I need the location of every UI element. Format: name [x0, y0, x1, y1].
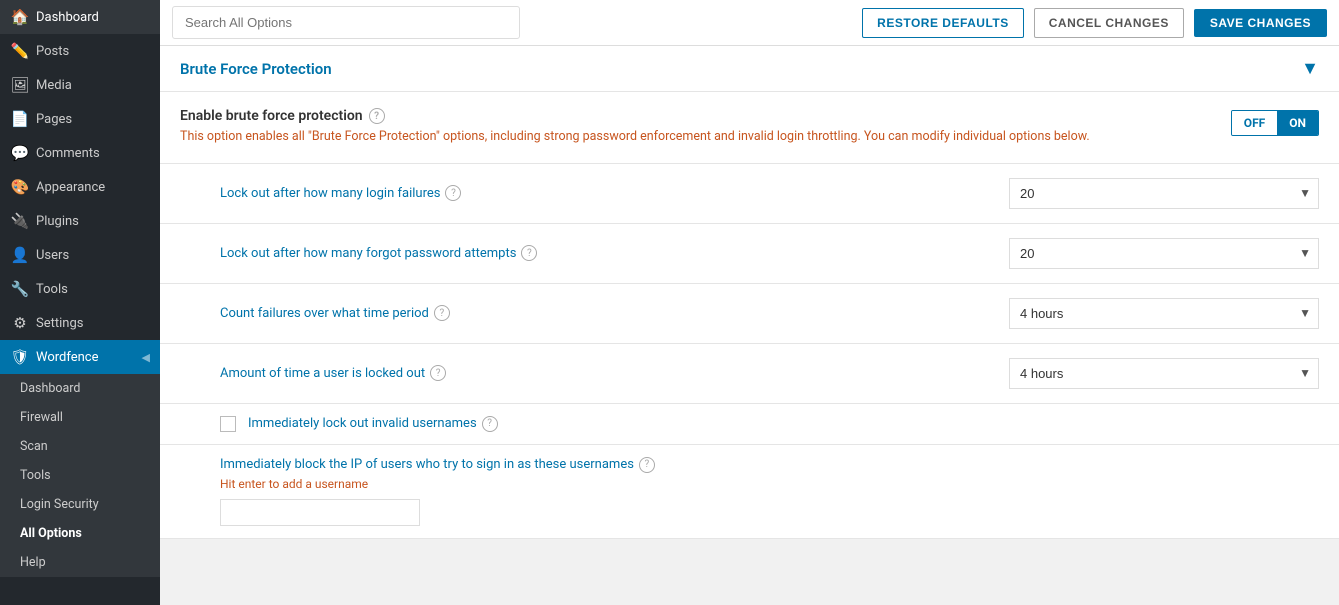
users-icon: 👤: [10, 246, 30, 264]
option-row-forgot-password: Lock out after how many forgot password …: [160, 224, 1339, 284]
sidebar-item-dashboard[interactable]: 🏠 Dashboard: [0, 0, 160, 34]
submenu-item-help[interactable]: Help: [0, 548, 160, 577]
select-lockout-time[interactable]: 4 hours: [1009, 358, 1319, 389]
toggle-on-button[interactable]: ON: [1277, 111, 1318, 135]
enable-row: Enable brute force protection ? This opt…: [160, 92, 1339, 164]
submenu-item-scan[interactable]: Scan: [0, 432, 160, 461]
checkbox-label-invalid-usernames: Immediately lock out invalid usernames ?: [248, 416, 498, 432]
option-row-lockout-time: Amount of time a user is locked out ? 4 …: [160, 344, 1339, 404]
select-wrapper-count-period: 4 hours ▼: [1009, 298, 1319, 329]
dashboard-icon: 🏠: [10, 8, 30, 26]
main-area: RESTORE DEFAULTS CANCEL CHANGES SAVE CHA…: [160, 0, 1339, 605]
help-icon-login-failures[interactable]: ?: [445, 185, 461, 201]
enable-description: This option enables all "Brute Force Pro…: [180, 128, 1211, 147]
wordfence-submenu: Dashboard Firewall Scan Tools Login Secu…: [0, 374, 160, 577]
sidebar-item-comments[interactable]: 💬 Comments: [0, 136, 160, 170]
save-changes-button[interactable]: SAVE CHANGES: [1194, 9, 1327, 37]
restore-defaults-button[interactable]: RESTORE DEFAULTS: [862, 8, 1024, 38]
section-title: Brute Force Protection: [180, 60, 332, 78]
sidebar-item-users[interactable]: 👤 Users: [0, 238, 160, 272]
posts-icon: ✏️: [10, 42, 30, 60]
select-count-period[interactable]: 4 hours: [1009, 298, 1319, 329]
sidebar-item-label: Settings: [36, 316, 83, 331]
wordfence-active-indicator: ◀: [142, 351, 150, 364]
help-icon-lockout-time[interactable]: ?: [430, 365, 446, 381]
username-label: Immediately block the IP of users who tr…: [220, 457, 1319, 473]
appearance-icon: 🎨: [10, 178, 30, 196]
enable-help-icon[interactable]: ?: [369, 108, 385, 124]
option-label-lockout-time: Amount of time a user is locked out ?: [220, 365, 446, 381]
sidebar-item-posts[interactable]: ✏️ Posts: [0, 34, 160, 68]
tools-icon: 🔧: [10, 280, 30, 298]
comments-icon: 💬: [10, 144, 30, 162]
enable-label: Enable brute force protection ?: [180, 108, 1211, 124]
submenu-item-login-security[interactable]: Login Security: [0, 490, 160, 519]
sidebar-item-label: Users: [36, 248, 69, 263]
settings-icon: ⚙: [10, 314, 30, 332]
option-label-count-period: Count failures over what time period ?: [220, 305, 450, 321]
topbar: RESTORE DEFAULTS CANCEL CHANGES SAVE CHA…: [160, 0, 1339, 46]
checkbox-row-invalid-usernames: Immediately lock out invalid usernames ?: [160, 404, 1339, 445]
sidebar-item-label: Plugins: [36, 214, 79, 229]
sidebar-item-label: Comments: [36, 146, 100, 161]
help-icon-block-usernames[interactable]: ?: [639, 457, 655, 473]
pages-icon: 📄: [10, 110, 30, 128]
sidebar-item-pages[interactable]: 📄 Pages: [0, 102, 160, 136]
select-login-failures[interactable]: 20: [1009, 178, 1319, 209]
select-wrapper-forgot-password: 20 ▼: [1009, 238, 1319, 269]
plugins-icon: 🔌: [10, 212, 30, 230]
select-wrapper-lockout-time: 4 hours ▼: [1009, 358, 1319, 389]
sidebar-item-tools[interactable]: 🔧 Tools: [0, 272, 160, 306]
option-row-count-period: Count failures over what time period ? 4…: [160, 284, 1339, 344]
option-label-login-failures: Lock out after how many login failures ?: [220, 185, 461, 201]
content-area: Brute Force Protection ▼ Enable brute fo…: [160, 46, 1339, 605]
submenu-item-firewall[interactable]: Firewall: [0, 403, 160, 432]
cancel-changes-button[interactable]: CANCEL CHANGES: [1034, 8, 1184, 38]
select-wrapper-login-failures: 20 ▼: [1009, 178, 1319, 209]
submenu-item-all-options[interactable]: All Options: [0, 519, 160, 548]
sidebar-item-label: Appearance: [36, 180, 105, 195]
sidebar-item-wordfence[interactable]: 🛡 Wordfence ◀: [0, 340, 160, 374]
section-header: Brute Force Protection ▼: [160, 46, 1339, 92]
checkbox-invalid-usernames[interactable]: [220, 416, 236, 432]
sidebar-item-label: Media: [36, 78, 72, 93]
enable-text: Enable brute force protection ? This opt…: [180, 108, 1211, 147]
sidebar: 🏠 Dashboard ✏️ Posts 🖼 Media 📄 Pages 💬 C…: [0, 0, 160, 605]
sidebar-item-label: Tools: [36, 282, 68, 297]
sidebar-item-label: Wordfence: [36, 350, 99, 365]
help-icon-invalid-usernames[interactable]: ?: [482, 416, 498, 432]
media-icon: 🖼: [10, 76, 30, 94]
sidebar-item-media[interactable]: 🖼 Media: [0, 68, 160, 102]
wordfence-icon: 🛡: [10, 348, 30, 366]
username-row: Immediately block the IP of users who tr…: [160, 445, 1339, 539]
sidebar-item-settings[interactable]: ⚙ Settings: [0, 306, 160, 340]
option-row-login-failures: Lock out after how many login failures ?…: [160, 164, 1339, 224]
username-input[interactable]: [220, 499, 420, 526]
help-icon-count-period[interactable]: ?: [434, 305, 450, 321]
sidebar-item-label: Posts: [36, 44, 69, 59]
username-hint: Hit enter to add a username: [220, 477, 1319, 491]
help-icon-forgot-password[interactable]: ?: [521, 245, 537, 261]
sidebar-item-label: Dashboard: [36, 10, 99, 25]
sidebar-item-appearance[interactable]: 🎨 Appearance: [0, 170, 160, 204]
submenu-item-tools[interactable]: Tools: [0, 461, 160, 490]
submenu-item-dashboard[interactable]: Dashboard: [0, 374, 160, 403]
select-forgot-password[interactable]: 20: [1009, 238, 1319, 269]
toggle-group: OFF ON: [1231, 110, 1319, 136]
toggle-off-button[interactable]: OFF: [1232, 111, 1277, 135]
search-input[interactable]: [172, 6, 520, 39]
option-label-forgot-password: Lock out after how many forgot password …: [220, 245, 537, 261]
chevron-down-icon[interactable]: ▼: [1301, 58, 1319, 79]
sidebar-item-plugins[interactable]: 🔌 Plugins: [0, 204, 160, 238]
sidebar-item-label: Pages: [36, 112, 72, 127]
